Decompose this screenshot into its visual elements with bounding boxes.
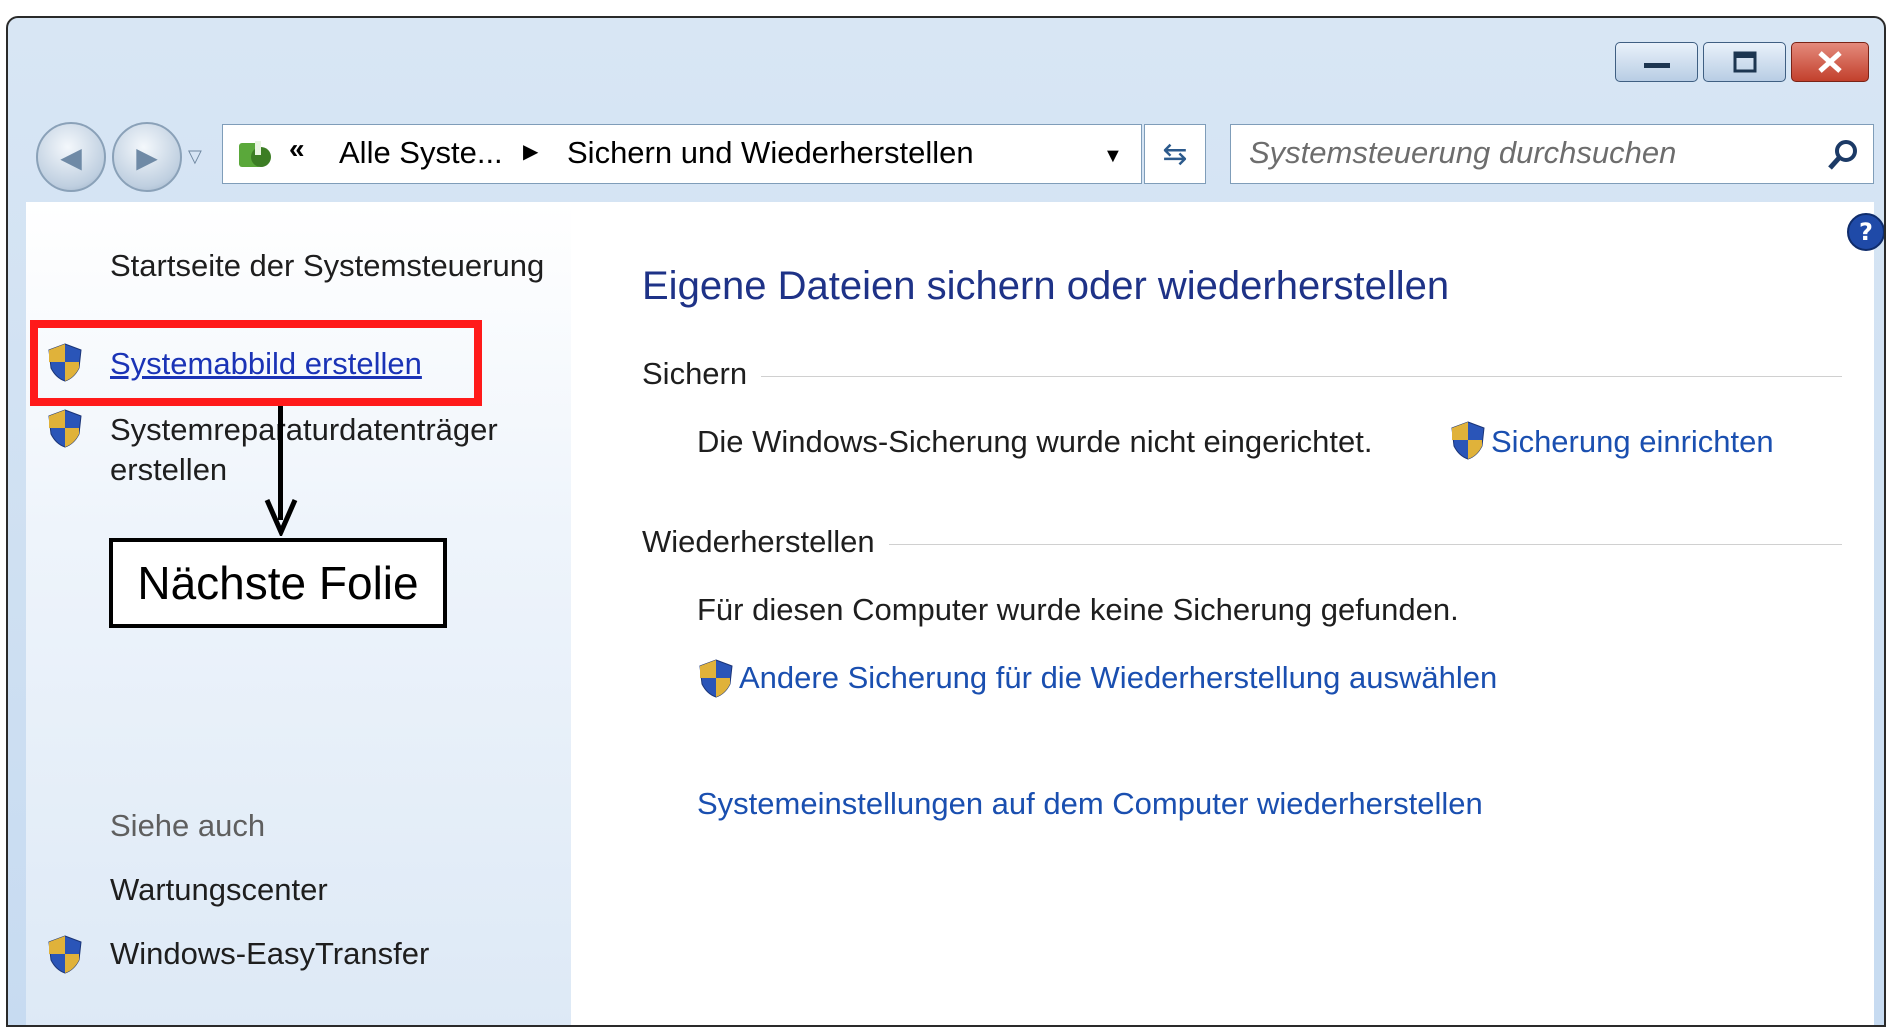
refresh-icon: ⇆ — [1162, 136, 1188, 172]
uac-shield-icon — [48, 409, 82, 448]
highlight-box — [30, 320, 482, 406]
recent-pages-dropdown-icon[interactable]: ▽ — [188, 146, 202, 167]
search-box[interactable]: Systemsteuerung durchsuchen — [1230, 124, 1874, 184]
restore-system-settings-link[interactable]: Systemeinstellungen auf dem Computer wie… — [697, 786, 1483, 822]
uac-shield-icon — [699, 659, 733, 698]
address-overflow-chevron[interactable]: « — [289, 133, 305, 165]
window-frame: ◀ ▶ ▽ « Alle Syste... ▶ Sichern und Wied… — [6, 16, 1886, 1027]
breadcrumb-all-items[interactable]: Alle Syste... — [339, 135, 503, 171]
main-content: Eigene Dateien sichern oder wiederherste… — [571, 202, 1874, 1025]
arrow-down-icon — [264, 498, 298, 536]
address-dropdown-icon[interactable]: ▼ — [1103, 145, 1123, 168]
svg-text:?: ? — [1859, 218, 1873, 246]
annotation-label: Nächste Folie — [109, 538, 447, 628]
refresh-button[interactable]: ⇆ — [1144, 124, 1206, 184]
search-icon[interactable] — [1825, 137, 1861, 173]
uac-shield-icon — [1451, 421, 1485, 460]
breadcrumb-separator-icon[interactable]: ▶ — [523, 139, 538, 164]
sidebar-item-easy-transfer[interactable]: Windows-EasyTransfer — [110, 936, 429, 972]
restore-status-text: Für diesen Computer wurde keine Sicherun… — [697, 592, 1459, 627]
sidebar-item-action-center[interactable]: Wartungscenter — [110, 872, 328, 908]
forward-button[interactable]: ▶ — [112, 122, 182, 192]
setup-backup-link[interactable]: Sicherung einrichten — [1491, 424, 1774, 460]
page-title: Eigene Dateien sichern oder wiederherste… — [642, 264, 1450, 308]
sidebar-item-repair-disc[interactable]: Systemreparaturdatenträger erstellen — [110, 410, 530, 490]
forward-arrow-icon: ▶ — [136, 140, 158, 174]
minimize-icon — [1643, 63, 1670, 68]
help-icon[interactable]: ? — [1846, 212, 1886, 252]
search-input[interactable]: Systemsteuerung durchsuchen — [1249, 135, 1676, 171]
section-divider — [642, 376, 1842, 377]
minimize-button[interactable] — [1615, 42, 1698, 82]
backup-section-heading: Sichern — [642, 356, 762, 392]
select-other-backup-link[interactable]: Andere Sicherung für die Wiederherstellu… — [739, 660, 1497, 696]
close-icon — [1818, 51, 1842, 73]
uac-shield-icon — [48, 935, 82, 974]
control-panel-icon — [239, 141, 271, 167]
close-button[interactable] — [1791, 42, 1869, 82]
back-arrow-icon: ◀ — [60, 140, 82, 174]
breadcrumb-backup-restore[interactable]: Sichern und Wiederherstellen — [567, 135, 974, 171]
back-button[interactable]: ◀ — [36, 122, 106, 192]
backup-status-text: Die Windows-Sicherung wurde nicht einger… — [697, 424, 1373, 459]
restore-section-heading: Wiederherstellen — [642, 524, 889, 560]
annotation-label-text: Nächste Folie — [137, 557, 419, 609]
address-bar[interactable]: « Alle Syste... ▶ Sichern und Wiederhers… — [222, 124, 1142, 184]
maximize-icon — [1733, 51, 1756, 73]
see-also-heading: Siehe auch — [110, 808, 266, 843]
sidebar-home-link[interactable]: Startseite der Systemsteuerung — [110, 248, 544, 284]
maximize-button[interactable] — [1703, 42, 1786, 82]
